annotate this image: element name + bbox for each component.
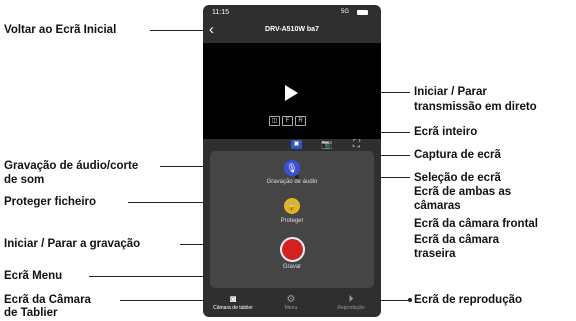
front-camera-button[interactable]: F — [282, 116, 293, 126]
tab-menu-label: Menu — [284, 305, 298, 311]
play-icon[interactable] — [285, 85, 298, 101]
record-button[interactable] — [280, 237, 305, 262]
annotation-fullscreen: Ecrã inteiro — [414, 126, 478, 138]
annotation-screen-select-title: Seleção de ecrã — [414, 172, 501, 184]
back-chevron-icon[interactable]: ‹ — [209, 22, 214, 38]
annotation-protect: Proteger ficheiro — [4, 196, 97, 208]
playback-icon: ⏵ — [348, 294, 354, 305]
annotation-screen-select-rear-1: Ecrã da câmara — [414, 234, 500, 246]
tab-playback-label: Reprodução — [337, 305, 365, 311]
nav-bar: DRV-A510W ba7 ‹ — [203, 21, 381, 41]
pointer-dot-screen-select — [295, 175, 299, 179]
dashcam-icon: ◙ — [229, 294, 237, 305]
pointer-dot-playback — [408, 298, 412, 302]
control-panel: 🎙 Gravação de áudio 🔒 Proteger Gravar — [210, 151, 374, 288]
device-name: DRV-A510W ba7 — [265, 26, 319, 33]
tab-dashcam[interactable]: ◙ Câmara de tablier — [203, 294, 263, 311]
tab-playback[interactable]: ⏵ Reprodução — [321, 294, 381, 311]
both-cameras-button[interactable]: ◫ — [269, 116, 280, 126]
lock-icon[interactable]: 🔒 — [284, 198, 300, 214]
annotation-screenshot: Captura de ecrã — [414, 149, 501, 161]
phone-screen: 11:15 5G DRV-A510W ba7 ‹ ◫ F R ▣ 📷 ⛶ 🎙 Gra… — [203, 5, 381, 317]
leader-line-back — [150, 30, 205, 31]
annotation-record: Iniciar / Parar a gravação — [4, 238, 141, 250]
microphone-icon[interactable]: 🎙 — [284, 160, 300, 176]
annotation-audio-line2: de som — [4, 174, 45, 186]
video-toolbar: ▣ 📷 ⛶ — [203, 139, 381, 151]
gear-icon: ⚙ — [286, 294, 296, 305]
camera-icon[interactable]: 📷 — [321, 139, 332, 150]
annotation-dashcam-line2: de Tablier — [4, 307, 58, 319]
record-label: Gravar — [282, 264, 302, 270]
leader-line-dashcam — [120, 300, 215, 301]
annotation-screen-select-front: Ecrã da câmara frontal — [414, 218, 539, 230]
annotation-dashcam-line1: Ecrã da Câmara — [4, 294, 91, 306]
annotation-screen-select-both-1: Ecrã de ambas as — [414, 186, 512, 198]
annotation-audio-line1: Gravação de áudio/corte — [4, 160, 139, 172]
fullscreen-icon[interactable]: ⛶ — [353, 139, 360, 150]
tab-dashcam-label: Câmara de tablier — [213, 305, 253, 311]
battery-icon — [357, 10, 368, 15]
annotation-menu: Ecrã Menu — [4, 270, 63, 282]
audio-recording-label: Gravação de áudio — [266, 179, 318, 185]
tab-menu[interactable]: ⚙ Menu — [261, 294, 321, 311]
camera-view-selector: ◫ F R — [269, 116, 308, 134]
rear-camera-button[interactable]: R — [295, 116, 306, 126]
annotation-back: Voltar ao Ecrã Inicial — [4, 24, 117, 36]
screen-select-icon[interactable]: ▣ — [291, 140, 302, 149]
status-bar: 11:15 5G — [203, 5, 381, 21]
tab-bar: ◙ Câmara de tablier ⚙ Menu ⏵ Reprodução — [203, 292, 381, 317]
live-video-view[interactable]: ◫ F R — [203, 43, 381, 139]
status-network: 5G — [341, 9, 350, 15]
annotation-live-line2: transmissão em direto — [414, 101, 537, 113]
status-time: 11:15 — [212, 9, 229, 16]
annotation-screen-select-rear-2: traseira — [414, 248, 456, 260]
annotation-live-line1: Iniciar / Parar — [414, 86, 487, 98]
annotation-screen-select-both-2: câmaras — [414, 200, 461, 212]
protect-label: Proteger — [280, 218, 304, 224]
annotation-playback: Ecrã de reprodução — [414, 294, 523, 306]
